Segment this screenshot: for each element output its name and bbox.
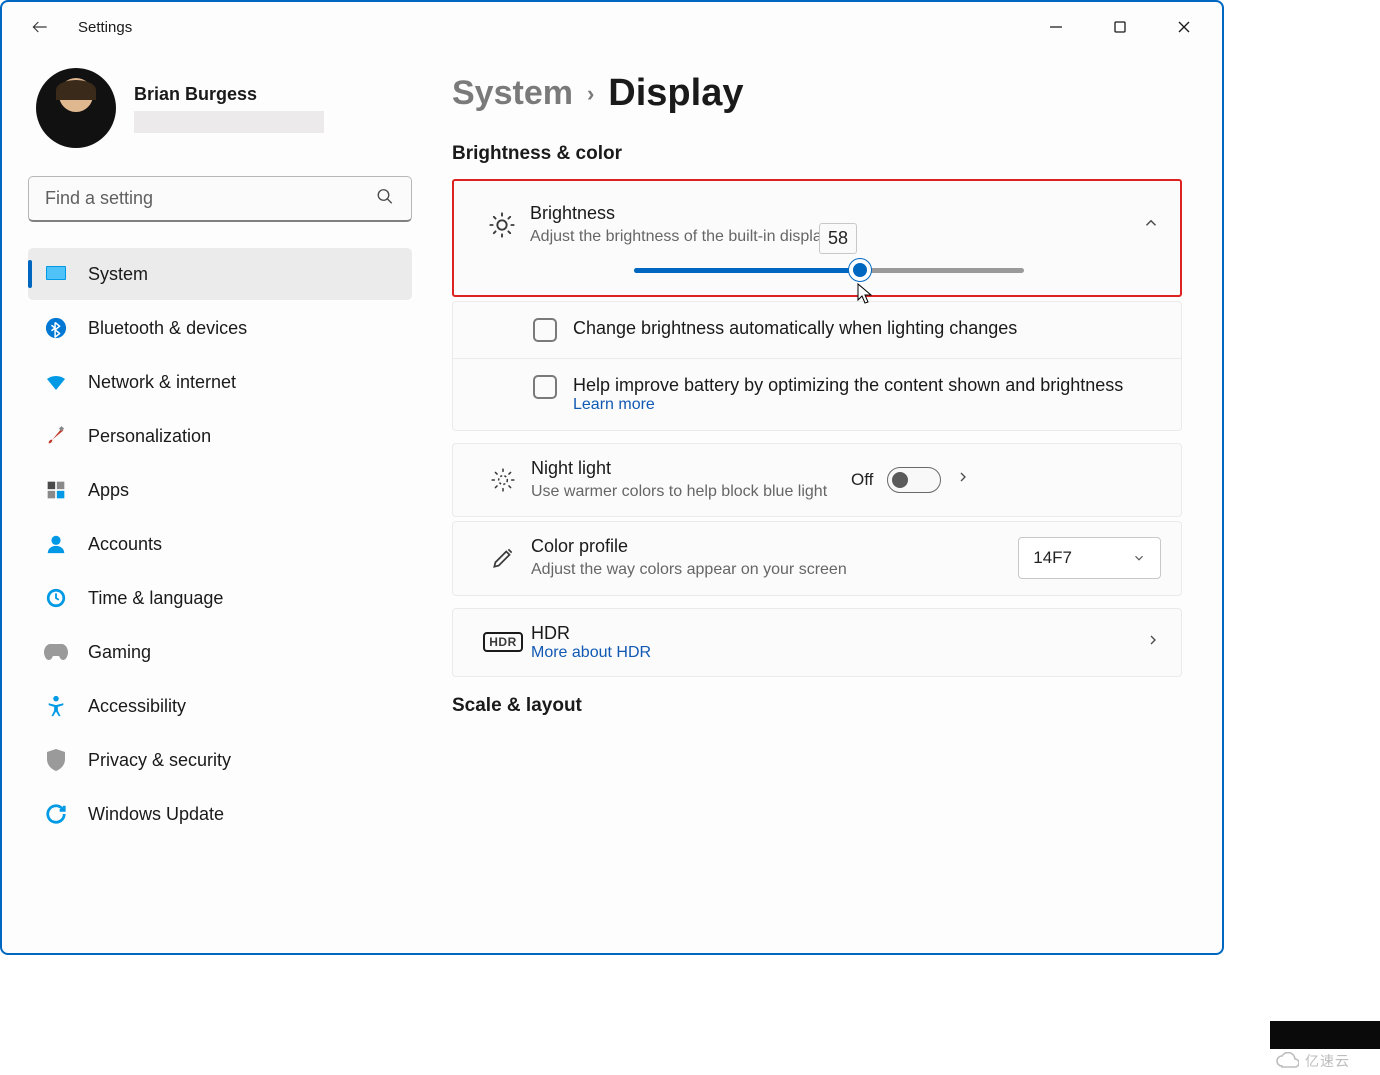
breadcrumb-parent[interactable]: System xyxy=(452,74,573,113)
accessibility-icon xyxy=(44,694,68,718)
auto-brightness-label: Change brightness automatically when lig… xyxy=(573,318,1017,339)
color-profile-title: Color profile xyxy=(531,536,1008,557)
user-block[interactable]: Brian Burgess xyxy=(28,68,412,148)
search-wrap xyxy=(28,176,412,222)
chevron-down-icon xyxy=(1132,551,1146,565)
watermark: 亿速云 xyxy=(1275,1051,1350,1071)
sidebar-item-label: Accounts xyxy=(88,534,162,555)
main-content: System › Display Brightness & color Brig… xyxy=(422,52,1222,953)
brightness-value-tooltip: 58 xyxy=(819,223,857,254)
bluetooth-icon xyxy=(44,316,68,340)
gamepad-icon xyxy=(44,640,68,664)
sidebar-item-label: Privacy & security xyxy=(88,750,231,771)
minimize-button[interactable] xyxy=(1024,7,1088,47)
wifi-icon xyxy=(44,370,68,394)
sidebar-item-label: System xyxy=(88,264,148,285)
sidebar-item-personalization[interactable]: Personalization xyxy=(28,410,412,462)
night-light-state: Off xyxy=(851,470,873,490)
search-input[interactable] xyxy=(28,176,412,222)
update-icon xyxy=(44,802,68,826)
sidebar: Brian Burgess System Bluetooth & devices xyxy=(2,52,422,953)
sidebar-item-label: Windows Update xyxy=(88,804,224,825)
sidebar-item-accounts[interactable]: Accounts xyxy=(28,518,412,570)
eyedropper-icon xyxy=(475,545,531,571)
sidebar-item-time-language[interactable]: Time & language xyxy=(28,572,412,624)
collapse-chevron-icon[interactable] xyxy=(1142,214,1160,237)
chevron-right-icon: › xyxy=(587,81,594,107)
color-profile-card: Color profile Adjust the way colors appe… xyxy=(452,521,1182,596)
hdr-icon: HDR xyxy=(475,632,531,652)
clock-globe-icon xyxy=(44,586,68,610)
apps-icon xyxy=(44,478,68,502)
nav: System Bluetooth & devices Network & int… xyxy=(28,248,412,840)
learn-more-link[interactable]: Learn more xyxy=(573,396,655,413)
night-light-desc: Use warmer colors to help block blue lig… xyxy=(531,481,841,503)
search-icon xyxy=(376,188,394,211)
corner-decoration xyxy=(1270,1021,1380,1049)
sidebar-item-label: Personalization xyxy=(88,426,211,447)
color-profile-value: 14F7 xyxy=(1033,548,1072,568)
sidebar-item-label: Bluetooth & devices xyxy=(88,318,247,339)
back-button[interactable] xyxy=(22,9,58,45)
battery-optimize-checkbox[interactable] xyxy=(533,375,557,399)
battery-optimize-label: Help improve battery by optimizing the c… xyxy=(573,375,1123,395)
auto-brightness-checkbox[interactable] xyxy=(533,318,557,342)
hdr-link[interactable]: More about HDR xyxy=(531,644,1135,662)
sidebar-item-label: Network & internet xyxy=(88,372,236,393)
breadcrumb: System › Display xyxy=(452,72,1182,115)
sidebar-item-network[interactable]: Network & internet xyxy=(28,356,412,408)
titlebar: Settings xyxy=(2,2,1222,52)
window-controls xyxy=(1024,7,1216,47)
sidebar-item-label: Gaming xyxy=(88,642,151,663)
close-button[interactable] xyxy=(1152,7,1216,47)
chevron-right-icon[interactable] xyxy=(1145,632,1161,653)
hdr-title: HDR xyxy=(531,623,1135,644)
paintbrush-icon xyxy=(44,424,68,448)
sidebar-item-accessibility[interactable]: Accessibility xyxy=(28,680,412,732)
app-title: Settings xyxy=(78,19,132,36)
user-name: Brian Burgess xyxy=(134,84,324,105)
sidebar-item-label: Apps xyxy=(88,480,129,501)
sidebar-item-label: Accessibility xyxy=(88,696,186,717)
night-light-icon xyxy=(475,467,531,493)
avatar xyxy=(36,68,116,148)
person-icon xyxy=(44,532,68,556)
sidebar-item-privacy[interactable]: Privacy & security xyxy=(28,734,412,786)
color-profile-select[interactable]: 14F7 xyxy=(1018,537,1161,579)
brightness-slider[interactable] xyxy=(634,268,1024,273)
brightness-title: Brightness xyxy=(530,203,1132,224)
section-brightness-color: Brightness & color xyxy=(452,143,1182,165)
night-light-card[interactable]: Night light Use warmer colors to help bl… xyxy=(452,443,1182,518)
sidebar-item-gaming[interactable]: Gaming xyxy=(28,626,412,678)
sidebar-item-apps[interactable]: Apps xyxy=(28,464,412,516)
brightness-icon xyxy=(474,211,530,239)
display-icon xyxy=(44,262,68,286)
section-scale-layout: Scale & layout xyxy=(452,695,1182,717)
color-profile-desc: Adjust the way colors appear on your scr… xyxy=(531,559,1008,581)
sidebar-item-system[interactable]: System xyxy=(28,248,412,300)
sidebar-item-bluetooth[interactable]: Bluetooth & devices xyxy=(28,302,412,354)
chevron-right-icon[interactable] xyxy=(955,469,971,490)
settings-window: Settings Brian Burgess xyxy=(0,0,1224,955)
sidebar-item-label: Time & language xyxy=(88,588,223,609)
maximize-button[interactable] xyxy=(1088,7,1152,47)
brightness-sub-options: Change brightness automatically when lig… xyxy=(452,301,1182,431)
shield-icon xyxy=(44,748,68,772)
night-light-title: Night light xyxy=(531,458,841,479)
sidebar-item-windows-update[interactable]: Windows Update xyxy=(28,788,412,840)
hdr-card[interactable]: HDR HDR More about HDR xyxy=(452,608,1182,677)
user-email-redacted xyxy=(134,111,324,133)
night-light-toggle[interactable] xyxy=(887,467,941,493)
brightness-card: Brightness Adjust the brightness of the … xyxy=(452,179,1182,297)
breadcrumb-current: Display xyxy=(608,72,743,115)
